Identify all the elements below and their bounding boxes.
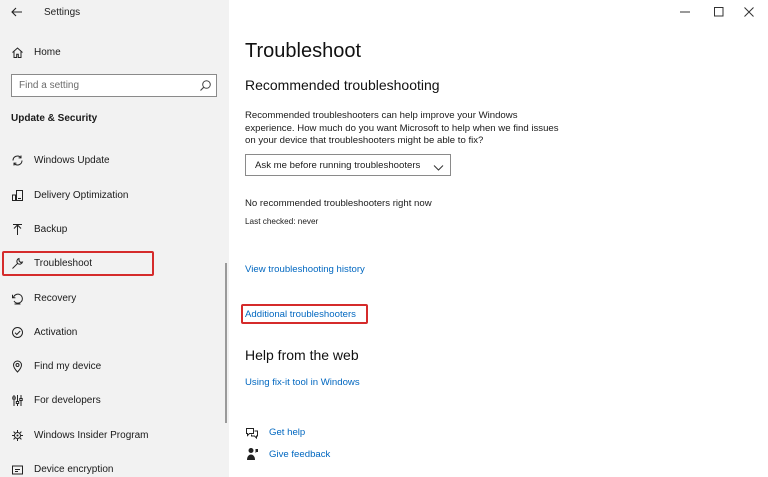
home-icon: [10, 45, 24, 59]
sidebar-scrollbar[interactable]: [225, 263, 227, 423]
sidebar-item-for-developers[interactable]: For developers: [10, 391, 101, 409]
troubleshooter-preference-dropdown[interactable]: Ask me before running troubleshooters: [245, 154, 451, 176]
view-troubleshooting-history-link[interactable]: View troubleshooting history: [245, 264, 365, 275]
sidebar-item-label: Find my device: [34, 360, 102, 372]
check-circle-icon: [10, 325, 24, 339]
sidebar-item-label: Windows Update: [34, 154, 110, 166]
dropdown-selected-value: Ask me before running troubleshooters: [255, 159, 421, 171]
give-feedback-link[interactable]: Give feedback: [269, 449, 330, 460]
get-help-row[interactable]: Get help: [245, 424, 305, 440]
sync-icon: [10, 153, 24, 167]
sidebar-item-label: Windows Insider Program: [34, 429, 149, 441]
recommended-description: Recommended troubleshooters can help imp…: [245, 110, 559, 147]
give-feedback-row[interactable]: Give feedback: [245, 446, 330, 462]
recommended-troubleshooting-heading: Recommended troubleshooting: [245, 77, 440, 93]
sidebar-item-label: For developers: [34, 394, 101, 406]
sidebar-item-delivery-optimization[interactable]: Delivery Optimization: [10, 186, 128, 204]
home-label: Home: [34, 46, 61, 58]
sidebar-item-label: Recovery: [34, 292, 77, 304]
additional-troubleshooters-link[interactable]: Additional troubleshooters: [245, 309, 356, 320]
recovery-icon: [10, 291, 24, 305]
app-title: Settings: [44, 7, 81, 18]
sidebar-item-label: Delivery Optimization: [34, 189, 129, 201]
chat-bubble-icon: [245, 425, 259, 439]
search-input[interactable]: [19, 78, 189, 93]
troubleshoot-highlight-box: [2, 251, 154, 276]
find-device-icon: [10, 359, 24, 373]
sidebar-item-label: Device encryption: [34, 463, 114, 475]
sidebar-item-windows-insider-program[interactable]: Windows Insider Program: [10, 426, 148, 444]
sidebar-item-backup[interactable]: Backup: [10, 220, 67, 238]
main-content: Troubleshoot Recommended troubleshooting…: [241, 0, 755, 477]
home-nav-item[interactable]: Home: [10, 43, 61, 61]
section-title: Update & Security: [11, 113, 98, 124]
delivery-optimization-icon: [10, 188, 24, 202]
search-icon[interactable]: [199, 79, 212, 92]
get-help-link[interactable]: Get help: [269, 427, 305, 438]
sidebar-item-recovery[interactable]: Recovery: [10, 289, 76, 307]
sidebar-item-activation[interactable]: Activation: [10, 323, 77, 341]
feedback-person-icon: [245, 447, 259, 461]
back-button[interactable]: [9, 5, 25, 19]
encryption-icon: [10, 462, 24, 476]
sidebar-item-find-my-device[interactable]: Find my device: [10, 357, 101, 375]
search-box[interactable]: [11, 74, 217, 97]
page-title: Troubleshoot: [245, 40, 361, 62]
last-checked-text: Last checked: never: [245, 217, 319, 226]
developer-sliders-icon: [10, 393, 24, 407]
help-from-web-heading: Help from the web: [245, 347, 359, 363]
sidebar-item-windows-update[interactable]: Windows Update: [10, 151, 110, 169]
sidebar-item-label: Activation: [34, 326, 78, 338]
sidebar-item-label: Backup: [34, 223, 68, 235]
sidebar-item-device-encryption[interactable]: Device encryption: [10, 460, 113, 477]
chevron-down-icon: [433, 160, 444, 171]
back-arrow-icon: [11, 7, 22, 17]
recommended-status-text: No recommended troubleshooters right now: [245, 198, 432, 209]
insider-icon: [10, 428, 24, 442]
sidebar: Settings Home Update & Security Windows …: [0, 0, 229, 477]
backup-arrow-icon: [10, 222, 24, 236]
fix-it-tool-link[interactable]: Using fix-it tool in Windows: [245, 377, 360, 388]
